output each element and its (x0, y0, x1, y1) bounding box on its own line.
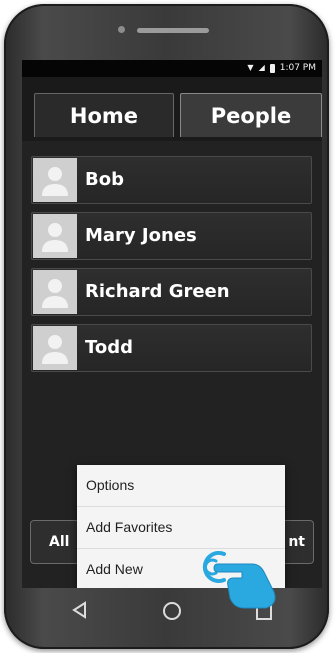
screen: ▼ ◢ 1:07 PM Home People Bob Mary Jones R… (22, 60, 322, 588)
tab-people[interactable]: People (180, 93, 322, 137)
back-triangle-icon[interactable] (70, 600, 90, 620)
tap-hand-icon (202, 551, 276, 609)
home-circle-icon[interactable] (161, 600, 183, 622)
avatar-person-icon (33, 270, 77, 314)
wifi-icon: ▼ (247, 63, 254, 72)
contact-item-bob[interactable]: Bob (31, 156, 312, 204)
contact-item-mary-jones[interactable]: Mary Jones (31, 212, 312, 260)
contact-name: Mary Jones (85, 225, 197, 246)
contact-item-richard-green[interactable]: Richard Green (31, 268, 312, 316)
menu-item-options[interactable]: Options (77, 465, 285, 506)
avatar-person-icon (33, 326, 77, 370)
tab-home[interactable]: Home (34, 93, 174, 137)
avatar-person-icon (33, 158, 77, 202)
tab-bar: Home People (22, 77, 322, 141)
contact-item-todd[interactable]: Todd (31, 324, 312, 372)
contact-name: Richard Green (85, 281, 230, 302)
battery-icon (269, 63, 275, 73)
signal-icon: ◢ (258, 63, 265, 72)
status-bar: ▼ ◢ 1:07 PM (22, 60, 322, 77)
phone-frame: ▼ ◢ 1:07 PM Home People Bob Mary Jones R… (4, 4, 329, 649)
avatar-person-icon (33, 214, 77, 258)
front-camera (118, 26, 125, 33)
contact-name: Bob (85, 169, 124, 190)
earpiece-speaker (137, 28, 209, 33)
status-time: 1:07 PM (279, 63, 316, 73)
contact-name: Todd (85, 337, 134, 358)
